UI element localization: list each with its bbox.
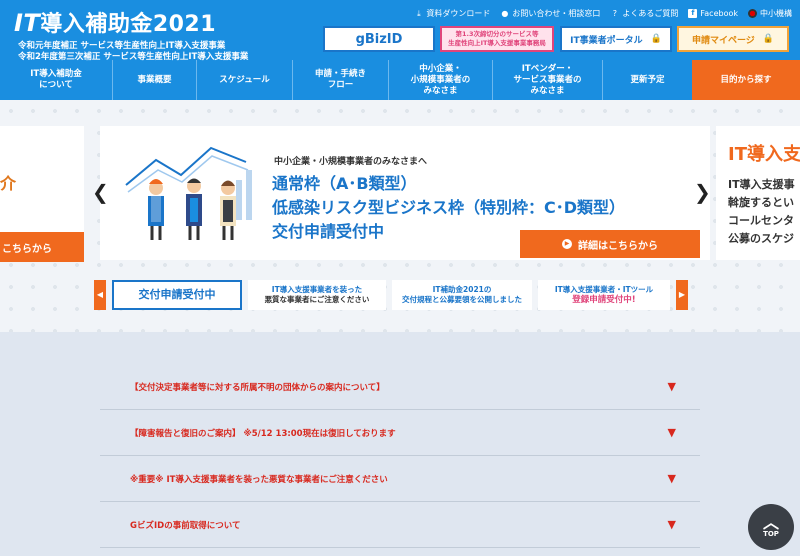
- smrj-link[interactable]: 中小機構: [748, 8, 792, 19]
- nav-overview[interactable]: 事業概要: [112, 60, 196, 100]
- thumb-guidelines[interactable]: IT補助金2021の 交付規程と公募要領を公開しました: [392, 280, 532, 310]
- smrj-flag-icon: [748, 9, 757, 18]
- nav-updates[interactable]: 更新予定: [602, 60, 692, 100]
- prev-slide-preview[interactable]: 介 こちらから: [0, 126, 84, 262]
- nav-schedule[interactable]: スケジュール: [196, 60, 292, 100]
- utility-links: ⤓ 資料ダウンロード ● お問い合わせ・相談窓口 ? よくあるご質問 f Fac…: [414, 8, 792, 19]
- prev-slide-cta[interactable]: こちらから: [0, 232, 84, 262]
- application-mypage-button[interactable]: 申請マイページ 🔒: [677, 26, 789, 52]
- carousel-prev-arrow-icon[interactable]: ❮: [92, 180, 109, 204]
- download-icon: ⤓: [417, 9, 421, 18]
- question-icon: ?: [612, 9, 618, 18]
- site-logo[interactable]: IT導入補助金2021: [14, 6, 216, 38]
- slide-headline-2: 低感染リスク型ビジネス枠（特別枠：C･D類型）: [272, 198, 626, 217]
- back-to-top-button[interactable]: ︿ TOP: [748, 504, 794, 550]
- slide-subheading: 中小企業・小規模事業者のみなさまへ: [274, 157, 428, 167]
- notice-item[interactable]: ※重要※ IT導入支援事業者を装った悪質な事業者にご注意ください ▼: [100, 456, 700, 502]
- play-icon: ▶: [562, 239, 572, 249]
- person-icon: ●: [501, 9, 509, 18]
- thumbs-next-icon[interactable]: ▶: [676, 280, 688, 310]
- nav-vendor[interactable]: ITベンダー・ サービス事業者の みなさま: [492, 60, 602, 100]
- chevron-up-icon: ︿: [762, 513, 779, 532]
- nav-sme[interactable]: 中小企業・ 小規模事業者の みなさま: [388, 60, 492, 100]
- notice-item[interactable]: 【障害報告と復旧のご案内】 ※5/12 13:00現在は復旧しております ▼: [100, 410, 700, 456]
- carousel-next-arrow-icon[interactable]: ❯: [694, 180, 711, 204]
- carousel-thumbnails: ◀ 交付申請受付中 IT導入支援事業者を装った 悪質な事業者にご注意ください IT…: [94, 280, 708, 310]
- nav-search-by-purpose[interactable]: 目的から探す: [692, 60, 800, 100]
- download-link[interactable]: ⤓ 資料ダウンロード: [414, 8, 490, 19]
- contact-link[interactable]: ● お問い合わせ・相談窓口: [500, 8, 600, 19]
- caret-down-icon: ▼: [667, 380, 676, 393]
- main-nav: IT導入補助金 について 事業概要 スケジュール 申請・手続き フロー 中小企業・小…: [0, 60, 800, 100]
- people-illustration-icon: [125, 146, 252, 240]
- slide-headline-3: 交付申請受付中: [272, 222, 385, 241]
- caret-down-icon: ▼: [667, 472, 676, 485]
- thumb-vendor-registration[interactable]: IT導入支援事業者・ITツール 登録申請受付中!: [538, 280, 670, 310]
- site-header: IT導入補助金2021 令和元年度補正 サービス等生産性向上IT導入支援事業 令…: [0, 0, 800, 100]
- caret-down-icon: ▼: [667, 426, 676, 439]
- nav-about[interactable]: IT導入補助金 について: [0, 60, 112, 100]
- next-slide-preview[interactable]: IT導入支 IT導入支援事 斡旋するとい コールセンタ 公募のスケジ: [716, 126, 800, 260]
- hero-carousel: 介 こちらから 中小企業・小規模事業者のみなさまへ 通常枠（A･B類型） 低感染…: [0, 100, 800, 332]
- notice-item[interactable]: 【交付決定事業者等に対する所属不明の団体からの案内について】 ▼: [100, 364, 700, 410]
- active-slide[interactable]: 中小企業・小規模事業者のみなさまへ 通常枠（A･B類型） 低感染リスク型ビジネス…: [100, 126, 710, 260]
- faq-link[interactable]: ? よくあるご質問: [610, 8, 679, 19]
- thumbs-prev-icon[interactable]: ◀: [94, 280, 106, 310]
- slide-headline-1: 通常枠（A･B類型）: [272, 174, 417, 193]
- nav-flow[interactable]: 申請・手続き フロー: [292, 60, 388, 100]
- lock-icon: 🔒: [650, 34, 662, 44]
- notices-accordion: 【交付決定事業者等に対する所属不明の団体からの案内について】 ▼ 【障害報告と復…: [100, 364, 700, 548]
- gbizid-button[interactable]: gBizID: [323, 26, 435, 52]
- lock-icon: 🔒: [762, 34, 775, 44]
- facebook-link[interactable]: f Facebook: [688, 8, 738, 19]
- previous-office-banner[interactable]: 第1.3次締切分のサービス等 生産性向上IT導入支援事業事務局: [440, 26, 554, 52]
- it-vendor-portal-button[interactable]: IT事業者ポータル 🔒: [560, 26, 672, 52]
- thumb-application[interactable]: 交付申請受付中: [112, 280, 242, 310]
- thumb-fraud-warning[interactable]: IT導入支援事業者を装った 悪質な事業者にご注意ください: [248, 280, 386, 310]
- facebook-icon: f: [688, 9, 698, 18]
- slide-details-button[interactable]: ▶ 詳細はこちらから: [520, 230, 700, 258]
- notice-item[interactable]: GビズIDの事前取得について ▼: [100, 502, 700, 548]
- caret-down-icon: ▼: [667, 518, 676, 531]
